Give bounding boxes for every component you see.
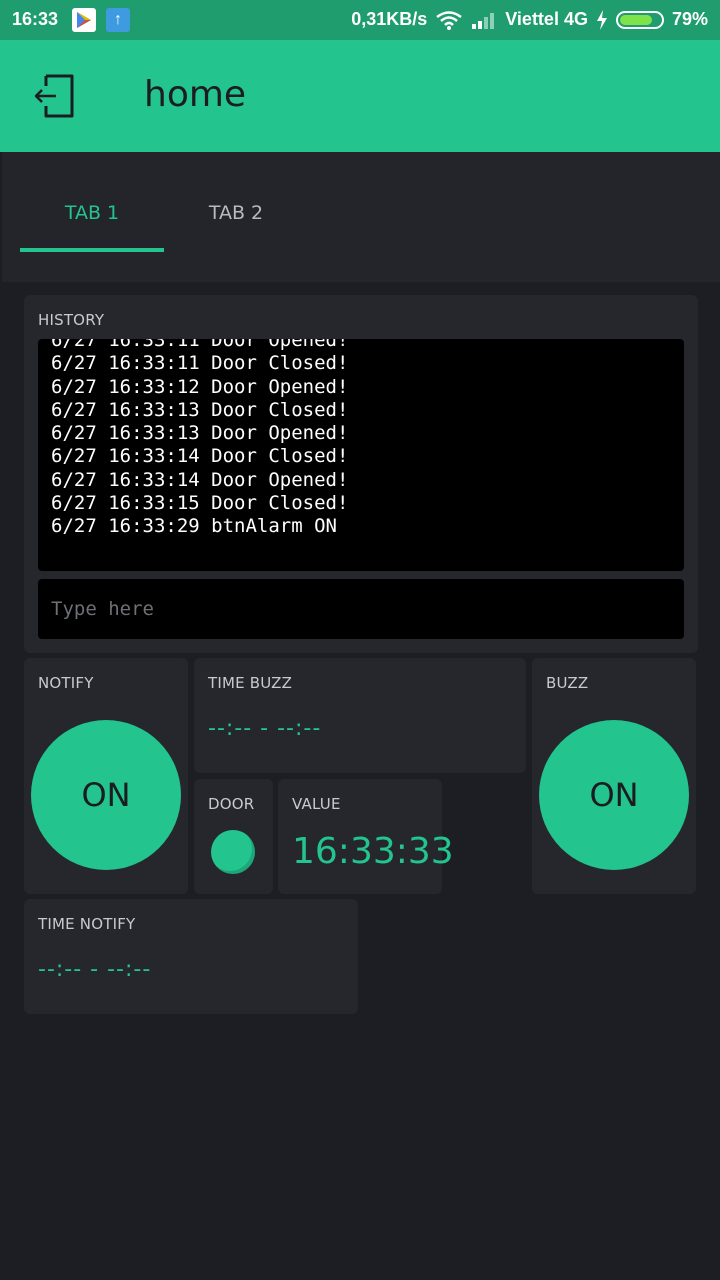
buzz-label: BUZZ <box>546 674 589 692</box>
play-store-icon <box>72 8 96 32</box>
value-label: VALUE <box>292 795 341 813</box>
terminal-line: 6/27 16:33:11 Door Opened! <box>51 339 349 351</box>
history-label: HISTORY <box>38 311 105 329</box>
notify-button[interactable]: ON <box>31 720 181 870</box>
terminal-line: 6/27 16:33:14 Door Opened! <box>51 468 349 491</box>
battery-percent: 79% <box>671 9 708 29</box>
charging-icon <box>596 9 607 30</box>
notify-widget: NOTIFY ON <box>24 658 188 894</box>
door-widget: DOOR <box>194 779 273 894</box>
status-right: 0,31KB/s Viettel 4G 79% <box>351 9 708 30</box>
terminal-line: 6/27 16:33:13 Door Opened! <box>51 422 349 445</box>
terminal-line: 6/27 16:33:15 Door Closed! <box>51 492 349 515</box>
net-speed: 0,31KB/s <box>351 9 428 29</box>
page-title: home <box>144 74 247 115</box>
terminal-line: 6/27 16:33:12 Door Opened! <box>51 375 349 398</box>
carrier-name: Viettel 4G <box>505 9 588 29</box>
terminal-lines: 6/27 16:33:11 Door Opened! 6/27 16:33:11 … <box>51 339 348 539</box>
terminal-line: 6/27 16:33:29 btnAlarm ON <box>51 515 337 538</box>
app-bar: home <box>0 40 720 152</box>
terminal-line: 6/27 16:33:11 Door Closed! <box>51 352 349 375</box>
wifi-icon <box>436 10 462 30</box>
tab-1[interactable]: TAB 1 <box>20 202 164 224</box>
time-buzz-value: --:-- - --:-- <box>208 716 322 741</box>
time-notify-label: TIME NOTIFY <box>38 915 136 933</box>
signal-icon <box>472 12 495 29</box>
status-time: 16:33 <box>12 9 59 29</box>
time-buzz-label: TIME BUZZ <box>208 674 293 692</box>
tab-bar: TAB 1 TAB 2 <box>2 152 720 282</box>
battery-fill <box>619 14 652 25</box>
terminal-input[interactable]: Type here <box>38 579 684 639</box>
time-buzz-widget[interactable]: TIME BUZZ --:-- - --:-- <box>194 658 526 773</box>
terminal-output[interactable]: 6/27 16:33:11 Door Opened! 6/27 16:33:11 … <box>38 339 684 571</box>
terminal-line: 6/27 16:33:13 Door Closed! <box>51 398 349 421</box>
door-label: DOOR <box>208 795 255 813</box>
buzz-widget: BUZZ ON <box>532 658 696 894</box>
value-display: 16:33:33 <box>292 831 454 872</box>
history-terminal-widget: HISTORY 6/27 16:33:11 Door Opened! 6/27 1… <box>24 295 698 653</box>
door-led-indicator <box>211 830 255 874</box>
tab-2[interactable]: TAB 2 <box>164 202 308 224</box>
time-notify-widget[interactable]: TIME NOTIFY --:-- - --:-- <box>24 899 358 1014</box>
value-widget: VALUE 16:33:33 <box>278 779 454 894</box>
terminal-line: 6/27 16:33:14 Door Closed! <box>51 445 349 468</box>
status-bar: 16:33 ↑ 0,31KB/s Viettel 4G 79% <box>0 0 720 40</box>
time-notify-value: --:-- - --:-- <box>38 957 152 982</box>
active-tab-indicator <box>20 248 164 252</box>
notify-label: NOTIFY <box>38 674 94 692</box>
exit-door-icon[interactable] <box>34 72 78 120</box>
battery-icon <box>615 10 664 29</box>
upload-icon: ↑ <box>106 8 130 32</box>
buzz-button[interactable]: ON <box>539 720 689 870</box>
